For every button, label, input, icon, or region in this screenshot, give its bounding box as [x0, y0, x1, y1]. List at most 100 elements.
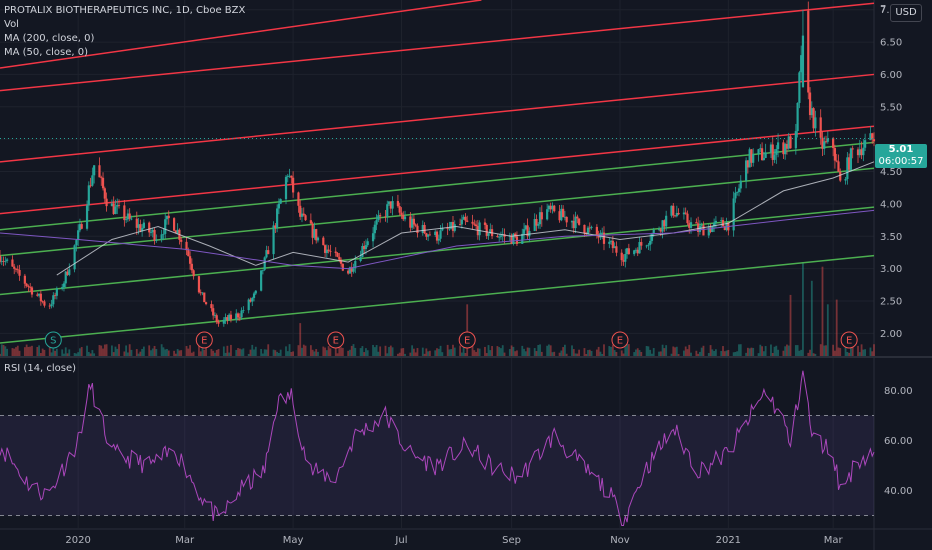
volume-bar: [501, 345, 504, 356]
volume-bar: [613, 350, 616, 356]
candle-body: [714, 220, 717, 223]
candle-body: [75, 240, 78, 246]
volume-bar: [858, 352, 861, 356]
volume-bar: [734, 352, 737, 356]
candle-body: [546, 209, 549, 220]
volume-bar: [91, 350, 94, 356]
candle-body: [686, 213, 689, 224]
volume-bar: [389, 345, 392, 356]
volume-bar: [608, 346, 611, 356]
candle-body: [695, 222, 698, 224]
candle-body: [341, 263, 344, 271]
candle-body: [309, 220, 312, 224]
volume-bar: [178, 350, 181, 356]
volume-bar: [633, 352, 636, 356]
volume-bar: [297, 345, 300, 356]
volume-bar: [166, 349, 168, 356]
candle-body: [702, 225, 705, 236]
candle-body: [466, 220, 469, 222]
candle-body: [30, 287, 34, 295]
candle-body: [242, 310, 245, 311]
volume-bar: [711, 349, 714, 356]
volume-bar: [610, 346, 612, 356]
candle-body: [798, 72, 801, 103]
volume-bar: [352, 344, 355, 356]
volume-bar: [786, 344, 788, 356]
candle-body: [414, 224, 417, 226]
volume-bar: [738, 344, 740, 356]
candle-body: [123, 205, 126, 221]
price-tick-label: 7: [880, 4, 886, 15]
candle-body: [0, 255, 2, 262]
volume-bar: [116, 348, 119, 356]
currency-button[interactable]: USD: [890, 4, 922, 22]
candle-body: [80, 224, 83, 229]
candle-body: [650, 233, 654, 241]
chart-legend: PROTALIX BIOTHERAPEUTICS INC, 1D, Cboe B…: [4, 4, 245, 60]
candle-body: [279, 199, 282, 204]
candle-body: [366, 241, 369, 246]
volume-bar: [409, 352, 412, 356]
volume-bar: [64, 347, 67, 356]
volume-bar: [150, 350, 152, 356]
volume-bar: [771, 352, 774, 356]
volume-bar: [190, 352, 193, 356]
volume-bar: [709, 345, 712, 356]
volume-bar: [722, 346, 724, 356]
volume-bar: [327, 346, 330, 356]
chart-canvas[interactable]: S E E E E E 2.00 2.50 3.00 3.50 4.00 4.50 5.50 6.00 6.…: [0, 0, 932, 550]
volume-bar: [400, 348, 403, 356]
volume-bar: [826, 304, 829, 356]
volume-bar: [448, 349, 451, 356]
candle-body: [327, 249, 330, 251]
volume-bar: [13, 348, 16, 356]
volume-bar: [285, 346, 287, 356]
candle-body: [460, 219, 463, 225]
candle-body: [386, 204, 389, 217]
volume-bar: [50, 352, 53, 356]
volume-bar: [425, 348, 428, 356]
volume-bar: [317, 351, 319, 356]
volume-bar: [61, 349, 64, 356]
candle-body: [155, 239, 158, 241]
candle-body: [215, 315, 218, 323]
volume-bar: [702, 345, 705, 356]
candle-body: [474, 224, 478, 227]
volume-bar: [112, 352, 115, 356]
candle-body: [499, 235, 503, 237]
volume-bar: [89, 353, 92, 356]
candle-body: [423, 224, 426, 234]
volume-bar: [137, 353, 140, 356]
volume-bar: [386, 353, 389, 356]
trend-line-red-2: [0, 73, 875, 163]
volume-bar: [249, 349, 252, 356]
volume-bar: [686, 349, 689, 356]
candle-body: [807, 10, 810, 93]
candle-body: [819, 117, 822, 138]
volume-bar: [322, 346, 325, 356]
volume-bar: [460, 352, 463, 356]
volume-bar: [23, 347, 26, 356]
candle-body: [277, 203, 280, 209]
volume-bar: [672, 346, 675, 356]
volume-bar: [187, 348, 190, 356]
candle-body: [839, 171, 842, 181]
candle-body: [160, 234, 163, 240]
volume-bar: [549, 345, 552, 356]
candle-body: [640, 242, 643, 246]
volume-bar: [162, 347, 165, 356]
volume-bar: [18, 350, 21, 356]
candle-body: [167, 215, 170, 219]
volume-bar: [647, 346, 650, 356]
volume-bar: [212, 350, 215, 356]
candle-body: [734, 192, 737, 199]
volume-bar: [665, 345, 668, 356]
volume-bar: [835, 299, 838, 356]
volume-bar: [73, 352, 76, 356]
candle-body: [645, 245, 648, 247]
volume-bar: [450, 349, 453, 356]
volume-bar: [125, 345, 128, 356]
volume-bar: [299, 323, 302, 356]
candle-body: [814, 117, 817, 129]
candle-body: [872, 139, 876, 142]
